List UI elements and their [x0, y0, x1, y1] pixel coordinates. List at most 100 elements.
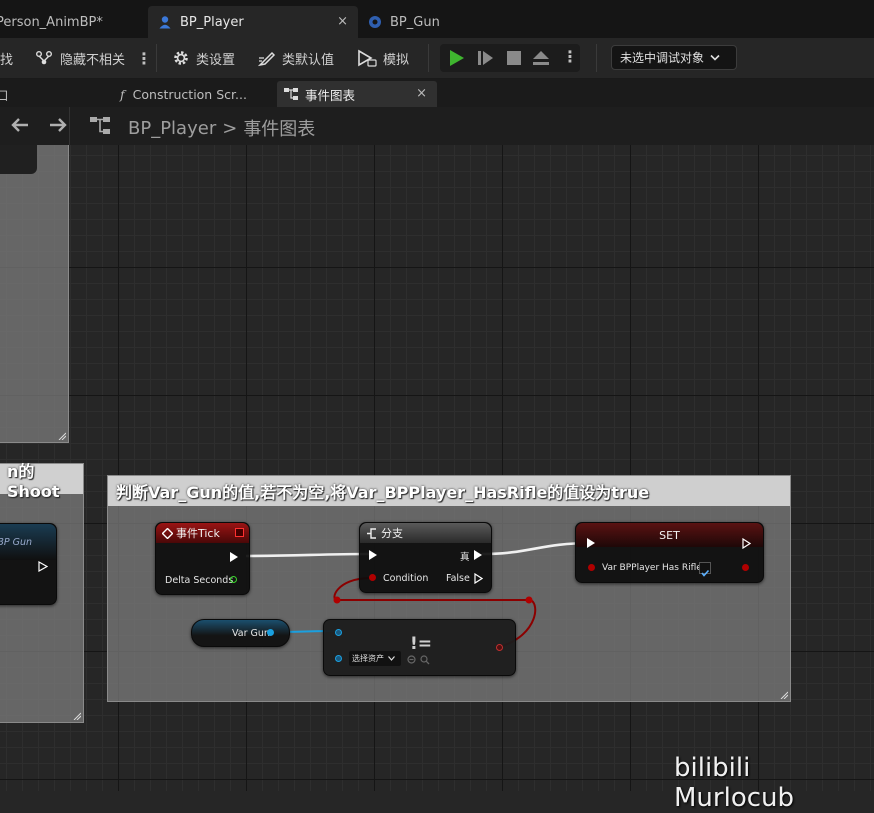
exec-true-pin[interactable] [474, 550, 482, 560]
tab-bp-gun[interactable]: BP_Gun [368, 6, 488, 38]
exec-wire-tick-to-branch [245, 552, 373, 558]
eject-icon[interactable] [532, 49, 550, 67]
set-variable-node[interactable]: SET Var BPPlayer Has Rifle [575, 522, 764, 583]
blueprint-pawn-icon [159, 16, 171, 29]
class-defaults-icon [258, 51, 276, 67]
toolbar-divider [156, 44, 157, 72]
object-input-pin-b[interactable] [335, 655, 342, 662]
chevron-down-icon [388, 656, 395, 661]
class-settings-label: 类设置 [196, 52, 236, 68]
pin-label: Var BPPlayer Has Rifle [602, 563, 702, 573]
more-options-icon[interactable]: ⋮ [136, 46, 152, 70]
simulate-button[interactable]: 模拟 [357, 46, 409, 70]
hide-unrelated-label: 隐藏不相关 [60, 52, 126, 68]
not-equal-node[interactable]: != 选择资产 [323, 619, 516, 676]
branch-node[interactable]: 分支 真 Condition False [359, 522, 492, 593]
tab-label: 口 [0, 87, 9, 103]
event-diamond-icon [162, 527, 173, 539]
event-graph-icon [90, 117, 110, 134]
pin-label: Var Gun [232, 628, 270, 639]
class-defaults-button[interactable]: 类默认值 [258, 46, 334, 70]
object-output-pin[interactable] [267, 629, 274, 636]
simulate-label: 模拟 [383, 52, 410, 68]
node-header: 分支 [360, 523, 491, 543]
step-forward-icon[interactable] [477, 49, 495, 67]
forward-arrow-icon[interactable] [48, 117, 68, 133]
back-arrow-icon[interactable] [10, 117, 30, 133]
bool-input-pin[interactable] [588, 564, 595, 571]
close-tab-icon[interactable]: × [416, 86, 427, 101]
wires-layer [245, 541, 593, 648]
hide-unrelated-icon [36, 51, 52, 65]
simulate-icon [358, 49, 377, 67]
blueprint-actor-icon [369, 16, 381, 28]
find-label: 找 [0, 52, 14, 68]
event-graph-icon [284, 88, 298, 100]
var-gun-getter-node[interactable]: Var Gun [191, 619, 290, 647]
exec-input-pin[interactable] [587, 538, 595, 548]
checkmark-icon [701, 569, 710, 577]
close-tab-icon[interactable]: × [337, 14, 348, 29]
tab-partial-window[interactable]: 口 [0, 81, 26, 107]
bool-output-pin[interactable] [496, 644, 503, 651]
node-title: 事件Tick [176, 527, 220, 540]
tab-construction-script[interactable]: f Construction Scr... [120, 81, 270, 107]
bool-input-pin[interactable] [369, 574, 376, 581]
node-title: 分支 [381, 527, 403, 540]
breadcrumb-separator: > [222, 117, 238, 139]
node-header: SET [576, 523, 763, 547]
branch-icon [367, 527, 376, 539]
watermark: bilibili Murlocub [674, 753, 795, 813]
tab-label: BP_Gun [390, 14, 440, 30]
class-defaults-label: 类默认值 [282, 52, 335, 68]
pin-label: Condition [383, 573, 429, 584]
tab-label: 事件图表 [305, 87, 356, 103]
pin-label: Delta Seconds [165, 575, 234, 586]
has-rifle-checkbox[interactable] [699, 562, 711, 577]
tab-bp-player[interactable]: BP_Player × [148, 6, 358, 38]
breadcrumb-root[interactable]: BP_Player [128, 118, 216, 139]
toolbar: 找 隐藏不相关 ⋮ 类设置 类默认值 模拟 [0, 38, 874, 79]
play-options-icon[interactable]: ⋮ [562, 47, 578, 66]
browse-search-icon[interactable] [420, 655, 430, 665]
pin-label: 真 [460, 552, 470, 563]
document-tab-bar: Person_AnimBP* BP_Player × BP_Gun [0, 0, 874, 38]
tab-event-graph[interactable]: 事件图表 × [277, 81, 437, 107]
breadcrumb-current: 事件图表 [243, 119, 316, 140]
float-output-pin[interactable] [230, 576, 237, 583]
play-icon[interactable] [448, 49, 466, 67]
gear-icon [174, 51, 188, 65]
tab-person-animbp[interactable]: Person_AnimBP* [0, 6, 136, 38]
asset-select-dropdown[interactable]: 选择资产 [349, 651, 401, 666]
wire-reroute-point [333, 596, 341, 604]
pin-label: False [446, 573, 470, 584]
bool-output-pin[interactable] [742, 564, 749, 571]
play-controls: ⋮ [440, 44, 580, 72]
debug-target-label: 未选中调试对象 [620, 51, 705, 65]
debug-target-dropdown[interactable]: 未选中调试对象 [611, 45, 737, 70]
exec-input-pin[interactable] [369, 550, 377, 560]
exec-false-pin[interactable] [474, 573, 483, 584]
graph-canvas[interactable]: n的Shoot BP Gun 判断Var_Gun的值,若不为空,将Var_BPP… [0, 145, 874, 791]
delegate-pin-icon[interactable] [235, 528, 244, 537]
use-selected-asset-icon[interactable] [407, 655, 416, 664]
function-icon: f [120, 86, 125, 102]
exec-output-pin[interactable] [742, 538, 751, 549]
breadcrumb: BP_Player > 事件图表 [90, 115, 315, 141]
tab-label: BP_Player [180, 14, 244, 30]
node-header: 事件Tick [156, 523, 249, 543]
asset-select-label: 选择资产 [352, 654, 384, 663]
exec-output-pin[interactable] [230, 552, 238, 562]
wire-reroute-point [525, 596, 533, 604]
find-button[interactable]: 找 [0, 46, 13, 70]
tab-label: Person_AnimBP* [0, 14, 103, 30]
toolbar-divider [596, 44, 597, 72]
class-settings-button[interactable]: 类设置 [172, 46, 235, 70]
chevron-down-icon [710, 54, 720, 61]
toolbar-divider [428, 44, 429, 72]
event-tick-node[interactable]: 事件Tick Delta Seconds [155, 522, 250, 595]
hide-unrelated-button[interactable]: 隐藏不相关 [36, 46, 125, 70]
object-input-pin-a[interactable] [335, 629, 342, 636]
divider [69, 107, 70, 145]
stop-icon[interactable] [506, 50, 522, 66]
